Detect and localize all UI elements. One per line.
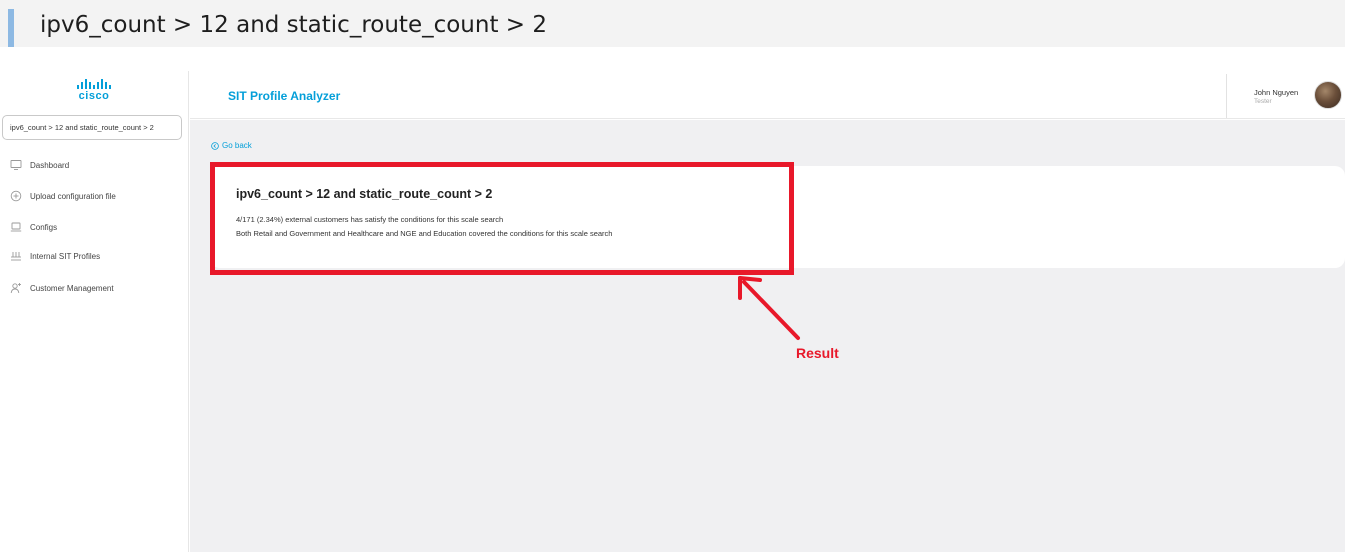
cisco-logo[interactable]: cisco bbox=[74, 79, 114, 102]
sidebar-item-upload-configuration-file[interactable]: Upload configuration file bbox=[10, 188, 116, 204]
sidebar-item-label: Internal SIT Profiles bbox=[30, 251, 101, 261]
avatar[interactable] bbox=[1314, 81, 1342, 109]
sidebar-item-label: Upload configuration file bbox=[30, 191, 116, 201]
cisco-logo-text: cisco bbox=[78, 90, 110, 102]
sidebar-item-dashboard[interactable]: Dashboard bbox=[10, 157, 69, 173]
sidebar-search-input[interactable]: ipv6_count > 12 and static_route_count >… bbox=[2, 115, 182, 140]
user-name[interactable]: John Nguyen bbox=[1254, 88, 1298, 97]
cisco-logo-bars-icon bbox=[74, 79, 114, 89]
sidebar-item-configs[interactable]: Configs bbox=[10, 219, 57, 235]
header-divider bbox=[1226, 74, 1227, 118]
annotation-label: Result bbox=[796, 345, 839, 361]
back-arrow-circle-icon bbox=[211, 141, 219, 150]
go-back-label: Go back bbox=[222, 141, 252, 150]
sidebar-item-label: Configs bbox=[30, 222, 58, 232]
caption-text: ipv6_count > 12 and static_route_count >… bbox=[40, 12, 548, 38]
top-header: SIT Profile Analyzer John Nguyen Tester bbox=[190, 71, 1345, 119]
caption-banner: ipv6_count > 12 and static_route_count >… bbox=[0, 0, 1345, 47]
sidebar-item-label: Dashboard bbox=[30, 160, 70, 170]
sidebar-item-customer-management[interactable]: Customer Management bbox=[10, 280, 114, 296]
network-icon bbox=[10, 250, 22, 262]
go-back-link[interactable]: Go back bbox=[211, 141, 252, 150]
laptop-icon bbox=[10, 221, 22, 233]
app-title: SIT Profile Analyzer bbox=[228, 89, 341, 103]
sidebar-item-label: Customer Management bbox=[30, 283, 114, 293]
user-add-icon bbox=[10, 282, 22, 294]
user-role: Tester bbox=[1254, 98, 1272, 105]
annotation-highlight-box bbox=[210, 162, 794, 275]
sidebar: cisco ipv6_count > 12 and static_route_c… bbox=[0, 71, 189, 552]
plus-circle-icon bbox=[10, 190, 22, 202]
monitor-icon bbox=[10, 159, 22, 171]
sidebar-item-internal-sit-profiles[interactable]: Internal SIT Profiles bbox=[10, 248, 100, 264]
caption-accent-bar bbox=[8, 9, 14, 47]
annotation-arrow-icon bbox=[738, 276, 800, 340]
